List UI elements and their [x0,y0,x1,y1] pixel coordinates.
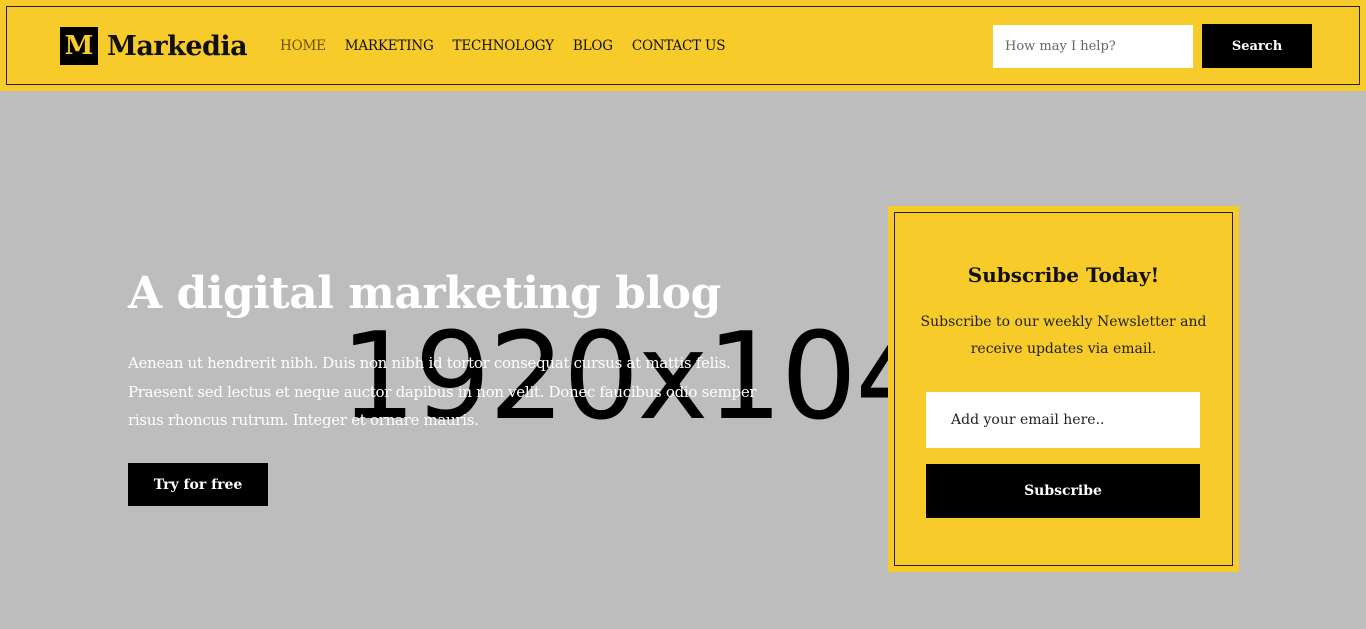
site-header: M Markedia HOME MARKETING TECHNOLOGY BLO… [0,0,1366,91]
search-button[interactable]: Search [1202,24,1312,68]
subscribe-button[interactable]: Subscribe [926,464,1200,518]
subscribe-title: Subscribe Today! [967,263,1160,287]
hero-description: Aenean ut hendrerit nibh. Duis non nibh … [128,354,757,429]
nav-item-marketing[interactable]: MARKETING [345,38,434,54]
site-logo[interactable]: M Markedia [60,27,248,65]
try-for-free-button[interactable]: Try for free [128,463,268,506]
subscribe-description: Subscribe to our weekly Newsletter and r… [920,314,1207,357]
subscribe-card: Subscribe Today! Subscribe to our weekly… [888,206,1239,572]
hero-title: A digital marketing blog [128,268,721,319]
logo-text: Markedia [107,30,248,62]
logo-mark-icon: M [60,27,98,65]
nav-item-blog[interactable]: BLOG [573,38,613,54]
nav-item-technology[interactable]: TECHNOLOGY [453,38,555,54]
email-field[interactable] [926,392,1200,448]
main-nav: HOME MARKETING TECHNOLOGY BLOG CONTACT U… [280,38,744,54]
nav-item-contact-us[interactable]: CONTACT US [632,38,726,54]
nav-item-home[interactable]: HOME [280,38,326,54]
search-input[interactable] [993,25,1193,68]
